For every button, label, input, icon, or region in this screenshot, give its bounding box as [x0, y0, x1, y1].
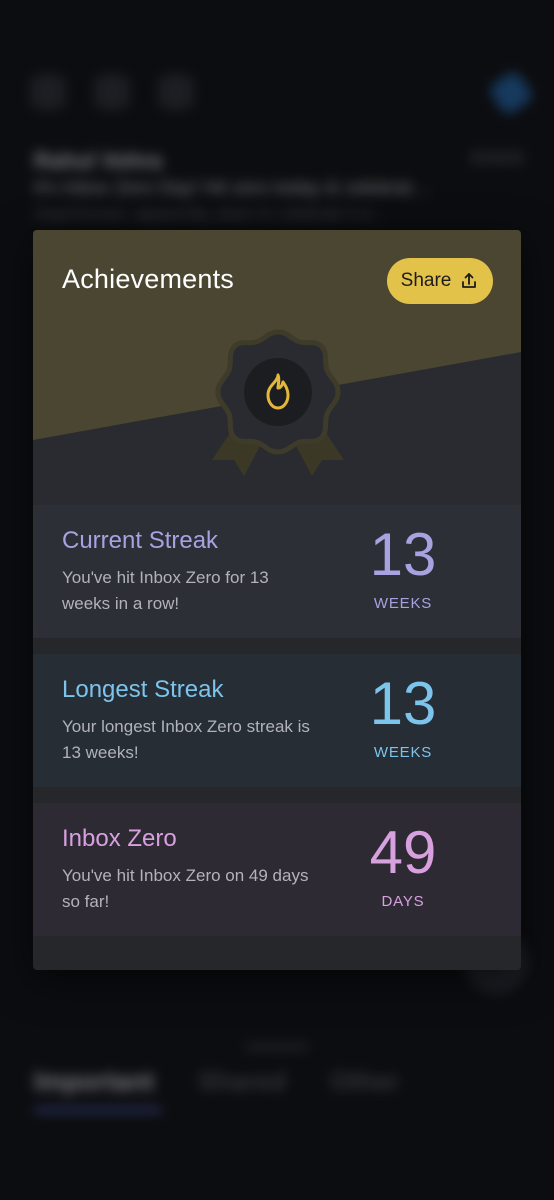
email-date: 5/24/22 — [470, 150, 524, 167]
drag-handle — [245, 1044, 309, 1050]
stat-unit: WEEKS — [373, 744, 433, 761]
stat-description: You've hit Inbox Zero on 49 days so far! — [62, 866, 309, 911]
stat-title: Inbox Zero — [62, 825, 177, 852]
modal-title: Achievements — [62, 264, 234, 294]
inbox-zero-card: Inbox Zero You've hit Inbox Zero on 49 d… — [33, 803, 521, 936]
stat-unit: WEEKS — [373, 595, 433, 612]
stat-title: Longest Streak — [62, 676, 224, 703]
stat-unit: DAYS — [381, 893, 425, 910]
email-preview: Superhuman, apparently, plans to celebra… — [34, 206, 388, 223]
compose-icon — [487, 69, 535, 117]
current-streak-card: Current Streak You've hit Inbox Zero for… — [33, 505, 521, 638]
stat-title: Current Streak — [62, 527, 219, 554]
search-icon — [158, 74, 194, 110]
stat-value: 13 — [369, 521, 437, 588]
tab-important: Important — [34, 1066, 154, 1096]
share-upload-icon — [462, 273, 477, 288]
tab-other: Other — [330, 1066, 400, 1096]
email-subject: It's Inbox Zero Day! Hit zero today & ce… — [34, 178, 431, 199]
background-tabs: Important Shared Other — [34, 1066, 399, 1097]
background-toolbar — [30, 74, 194, 110]
award-badge-icon — [212, 329, 344, 476]
achievements-header: Achievements Share — [33, 230, 521, 505]
stat-description: You've hit Inbox Zero for 13 weeks in a … — [62, 568, 269, 613]
stat-value: 49 — [369, 819, 437, 886]
share-button[interactable]: Share — [387, 258, 493, 304]
archive-icon — [94, 74, 130, 110]
stat-value: 13 — [369, 670, 437, 737]
active-tab-indicator — [34, 1108, 162, 1112]
menu-icon — [30, 74, 66, 110]
email-sender: Rahul Vohra — [34, 148, 162, 173]
share-button-label: Share — [400, 270, 452, 291]
tab-shared: Shared — [197, 1066, 287, 1096]
achievements-modal: Achievements Share Current Streak You've… — [33, 230, 521, 970]
longest-streak-card: Longest Streak Your longest Inbox Zero s… — [33, 654, 521, 787]
stat-description: Your longest Inbox Zero streak is 13 wee… — [62, 717, 310, 762]
